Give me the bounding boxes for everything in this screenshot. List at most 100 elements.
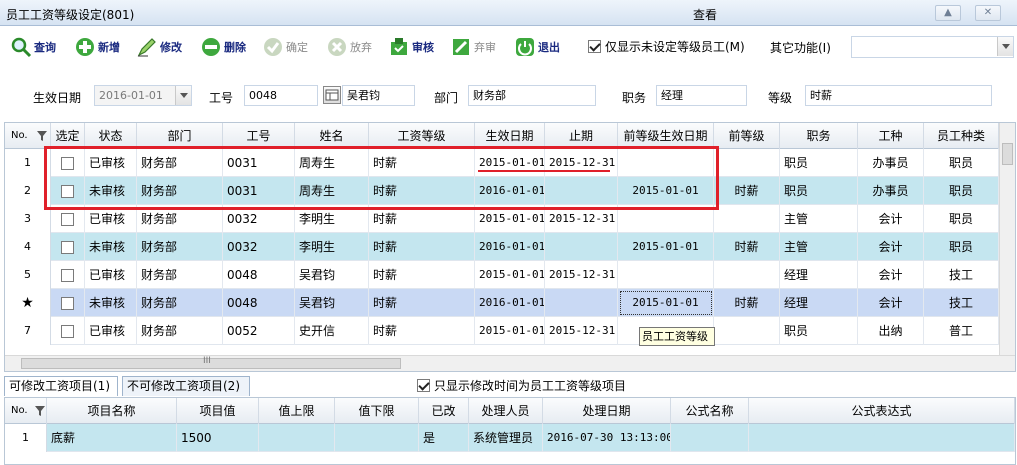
- table-row[interactable]: 5 已审核 财务部 0048 吴君钧 时薪 2015-01-01 2015-12-31 经理 会计…: [5, 261, 1001, 289]
- cell-grade[interactable]: 时薪: [369, 233, 475, 261]
- confirm-button[interactable]: 确定: [262, 35, 308, 59]
- cell-type[interactable]: 职员: [924, 233, 999, 261]
- cell-prev-grade[interactable]: [714, 149, 780, 177]
- cell-start[interactable]: 2015-01-01: [475, 261, 545, 289]
- column-header[interactable]: 值下限: [335, 398, 419, 424]
- cell-end[interactable]: 2015-12-31: [545, 317, 618, 345]
- cell-name[interactable]: 史开信: [295, 317, 369, 345]
- cell-formula-name[interactable]: [671, 424, 749, 452]
- cell-start[interactable]: 2016-01-01: [475, 289, 545, 317]
- horizontal-scrollbar[interactable]: III: [5, 355, 1015, 371]
- cell-job[interactable]: 办事员: [858, 149, 924, 177]
- only-unset-checkbox[interactable]: 仅显示未设定等级员工(M): [588, 38, 745, 55]
- cell-prev-grade[interactable]: 时薪: [714, 289, 780, 317]
- cell-status[interactable]: 已审核: [85, 261, 137, 289]
- cell-prev-start[interactable]: 2015-01-01: [618, 233, 714, 261]
- emp-no-input[interactable]: 0048: [244, 85, 318, 106]
- cell-name[interactable]: 吴君钧: [295, 261, 369, 289]
- column-header[interactable]: 公式名称: [671, 398, 749, 424]
- vertical-scrollbar[interactable]: [999, 123, 1015, 355]
- cell-prev-grade[interactable]: [714, 317, 780, 345]
- cell-prev-grade[interactable]: 时薪: [714, 177, 780, 205]
- cell-upper[interactable]: [259, 424, 335, 452]
- table-row[interactable]: 4 未审核 财务部 0032 李明生 时薪 2016-01-01 2015-01-01 时薪 主管…: [5, 233, 1001, 261]
- cell-type[interactable]: 技工: [924, 261, 999, 289]
- select-cell[interactable]: [51, 289, 85, 317]
- column-header[interactable]: 职务: [780, 123, 858, 149]
- checkbox-box[interactable]: [588, 40, 601, 53]
- table-row[interactable]: ★ 未审核 财务部 0048 吴君钧 时薪 2016-01-01 2015-01-01 时薪 经理…: [5, 289, 1001, 317]
- cell-job[interactable]: 会计: [858, 261, 924, 289]
- delete-button[interactable]: 删除: [200, 35, 246, 59]
- select-cell[interactable]: [51, 317, 85, 345]
- grade-input[interactable]: 时薪: [805, 85, 992, 106]
- row-checkbox[interactable]: [61, 213, 74, 226]
- cell-start[interactable]: 2016-01-01: [475, 233, 545, 261]
- query-button[interactable]: 查询: [10, 35, 56, 59]
- cell-job[interactable]: 会计: [858, 205, 924, 233]
- other-functions-combo[interactable]: [851, 36, 1014, 58]
- unaudit-button[interactable]: 弃审: [450, 35, 496, 59]
- chevron-down-icon[interactable]: [997, 37, 1013, 56]
- cell-position[interactable]: 主管: [780, 233, 858, 261]
- edit-button[interactable]: 修改: [136, 35, 182, 59]
- cell-type[interactable]: 普工: [924, 317, 999, 345]
- position-input[interactable]: 经理: [656, 85, 747, 106]
- cell-prev-start[interactable]: 2015-01-01: [618, 289, 714, 317]
- cell-type[interactable]: 技工: [924, 289, 999, 317]
- cell-prev-grade[interactable]: [714, 261, 780, 289]
- cell-changed[interactable]: 是: [419, 424, 469, 452]
- only-modified-checkbox[interactable]: 只显示修改时间为员工工资等级项目: [417, 377, 626, 394]
- cell-start[interactable]: 2015-01-01: [475, 317, 545, 345]
- column-header[interactable]: 值上限: [259, 398, 335, 424]
- cell-prev-grade[interactable]: 时薪: [714, 233, 780, 261]
- column-header[interactable]: 工种: [858, 123, 924, 149]
- checkbox-box[interactable]: [417, 379, 430, 392]
- restore-icon[interactable]: ▲: [935, 5, 961, 21]
- cell-name[interactable]: 李明生: [295, 233, 369, 261]
- table-row[interactable]: 1 底薪 1500 是系统管理员 2016-07-30 13:13:00: [5, 424, 1015, 452]
- column-header[interactable]: 已改: [419, 398, 469, 424]
- cell-grade[interactable]: 时薪: [369, 317, 475, 345]
- row-checkbox[interactable]: [61, 297, 74, 310]
- cell-type[interactable]: 职员: [924, 205, 999, 233]
- cell-job[interactable]: 办事员: [858, 177, 924, 205]
- cell-type[interactable]: 职员: [924, 149, 999, 177]
- cell-name[interactable]: 吴君钧: [295, 289, 369, 317]
- effective-date-input[interactable]: 2016-01-01: [94, 85, 192, 106]
- cell-dept[interactable]: 财务部: [137, 233, 223, 261]
- cell-position[interactable]: 主管: [780, 205, 858, 233]
- close-icon[interactable]: ✕: [975, 5, 1001, 21]
- cell-dept[interactable]: 财务部: [137, 317, 223, 345]
- dept-input[interactable]: 财务部: [468, 85, 596, 106]
- row-checkbox[interactable]: [61, 325, 74, 338]
- cell-job[interactable]: 出纳: [858, 317, 924, 345]
- cell-position[interactable]: 经理: [780, 289, 858, 317]
- cell-emp-no[interactable]: 0048: [223, 289, 295, 317]
- add-button[interactable]: 新增: [74, 35, 120, 59]
- select-cell[interactable]: [51, 233, 85, 261]
- cell-position[interactable]: 经理: [780, 261, 858, 289]
- row-checkbox[interactable]: [61, 241, 74, 254]
- column-header[interactable]: 项目名称: [47, 398, 177, 424]
- cell-end[interactable]: [545, 289, 618, 317]
- cell-type[interactable]: 职员: [924, 177, 999, 205]
- cell-status[interactable]: 未审核: [85, 233, 137, 261]
- cell-dept[interactable]: 财务部: [137, 261, 223, 289]
- column-header[interactable]: 处理人员: [469, 398, 543, 424]
- cell-grade[interactable]: 时薪: [369, 289, 475, 317]
- cell-emp-no[interactable]: 0052: [223, 317, 295, 345]
- column-header[interactable]: 员工种类: [924, 123, 999, 149]
- table-row[interactable]: 7 已审核 财务部 0052 史开信 时薪 2015-01-01 2015-12-31 职员 出纳…: [5, 317, 1001, 345]
- tab-non-editable-items[interactable]: 不可修改工资项目(2): [122, 376, 250, 396]
- cell-grade[interactable]: 时薪: [369, 261, 475, 289]
- audit-button[interactable]: 审核: [388, 35, 434, 59]
- column-header[interactable]: 前等级: [714, 123, 780, 149]
- cell-dept[interactable]: 财务部: [137, 289, 223, 317]
- chevron-down-icon[interactable]: [175, 86, 191, 105]
- cell-position[interactable]: 职员: [780, 177, 858, 205]
- column-header[interactable]: 公式表达式: [749, 398, 1015, 424]
- cell-formula[interactable]: [749, 424, 1015, 452]
- cell-date[interactable]: 2016-07-30 13:13:00: [543, 424, 671, 452]
- cell-prev-grade[interactable]: [714, 205, 780, 233]
